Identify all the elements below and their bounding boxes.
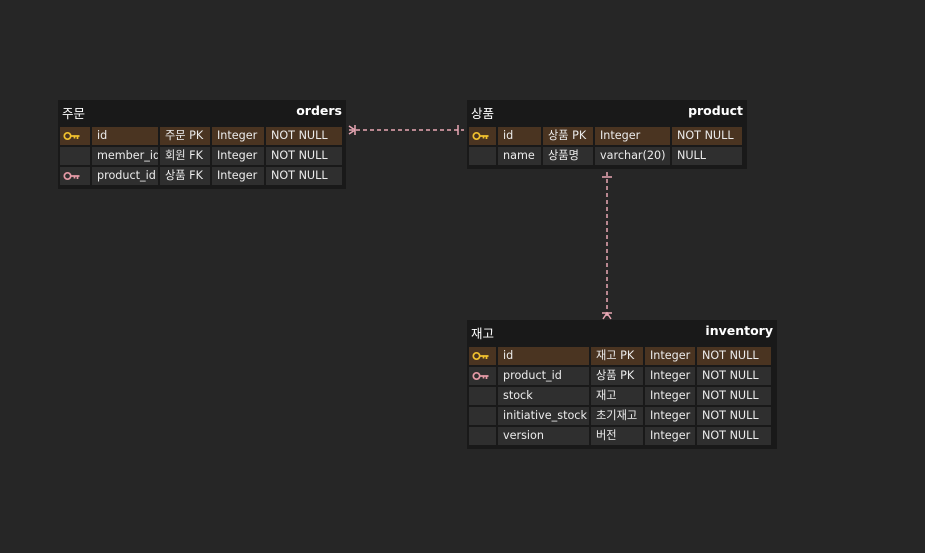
column-comment: 주문 PK [160, 127, 210, 145]
column-type: Integer [645, 347, 695, 365]
column-comment: 회원 FK [160, 147, 210, 165]
table-header[interactable]: 주문 orders [60, 100, 344, 127]
table-name: orders [296, 103, 342, 118]
column-name: id [92, 127, 158, 145]
relation-links [348, 125, 612, 320]
column-name: id [498, 347, 589, 365]
foreign-key-icon [469, 367, 496, 385]
column-row[interactable]: id 주문 PK Integer NOT NULL [60, 127, 344, 145]
column-list: id 재고 PK Integer NOT NULL product_id 상품 PK Int… [469, 347, 775, 445]
column-comment: 초기재고 [591, 407, 643, 425]
table-header[interactable]: 재고 inventory [469, 320, 775, 347]
erd-canvas: 주문 orders id 주문 PK Integer NOT NULL member_i… [0, 0, 925, 553]
table-inventory[interactable]: 재고 inventory id 재고 PK Integer NOT NULL produ… [467, 320, 777, 449]
column-name: id [498, 127, 541, 145]
column-comment: 재고 PK [591, 347, 643, 365]
table-orders[interactable]: 주문 orders id 주문 PK Integer NOT NULL member_i… [58, 100, 346, 189]
key-cell-empty [469, 427, 496, 445]
table-label: 주문 [62, 106, 86, 121]
column-nullable: NOT NULL [672, 127, 742, 145]
column-nullable: NULL [672, 147, 742, 165]
table-header[interactable]: 상품 product [469, 100, 745, 127]
primary-key-icon [469, 347, 496, 365]
column-nullable: NOT NULL [266, 127, 342, 145]
foreign-key-icon [60, 167, 90, 185]
primary-key-icon [60, 127, 90, 145]
column-type: Integer [595, 127, 670, 145]
column-nullable: NOT NULL [697, 407, 771, 425]
column-comment: 버전 [591, 427, 643, 445]
column-row[interactable]: id 재고 PK Integer NOT NULL [469, 347, 775, 365]
column-row[interactable]: version 버전 Integer NOT NULL [469, 427, 775, 445]
column-name: product_id [498, 367, 589, 385]
column-row[interactable]: product_id 상품 PK Integer NOT NULL [469, 367, 775, 385]
column-name: name [498, 147, 541, 165]
table-name: inventory [705, 323, 773, 338]
column-row[interactable]: product_id 상품 FK Integer NOT NULL [60, 167, 344, 185]
key-cell-empty [469, 387, 496, 405]
column-row[interactable]: id 상품 PK Integer NOT NULL [469, 127, 745, 145]
column-type: Integer [645, 367, 695, 385]
column-name: initiative_stock [498, 407, 589, 425]
column-comment: 상품 PK [591, 367, 643, 385]
key-cell-empty [60, 147, 90, 165]
column-comment: 상품 PK [543, 127, 593, 145]
column-name: member_id [92, 147, 158, 165]
column-row[interactable]: member_id 회원 FK Integer NOT NULL [60, 147, 344, 165]
column-nullable: NOT NULL [697, 427, 771, 445]
column-comment: 재고 [591, 387, 643, 405]
column-nullable: NOT NULL [697, 387, 771, 405]
column-type: Integer [645, 407, 695, 425]
column-row[interactable]: name 상품명 varchar(20) NULL [469, 147, 745, 165]
column-nullable: NOT NULL [697, 347, 771, 365]
column-name: product_id [92, 167, 158, 185]
column-list: id 주문 PK Integer NOT NULL member_id 회원 FK Inte… [60, 127, 344, 185]
column-nullable: NOT NULL [266, 147, 342, 165]
column-name: stock [498, 387, 589, 405]
column-type: Integer [645, 427, 695, 445]
column-name: version [498, 427, 589, 445]
table-label: 상품 [471, 106, 495, 121]
table-name: product [688, 103, 743, 118]
column-list: id 상품 PK Integer NOT NULL name 상품명 varchar(20)… [469, 127, 745, 165]
column-type: varchar(20) [595, 147, 670, 165]
key-cell-empty [469, 147, 496, 165]
column-type: Integer [212, 127, 264, 145]
primary-key-icon [469, 127, 496, 145]
column-comment: 상품 FK [160, 167, 210, 185]
column-nullable: NOT NULL [266, 167, 342, 185]
column-row[interactable]: initiative_stock 초기재고 Integer NOT NULL [469, 407, 775, 425]
column-comment: 상품명 [543, 147, 593, 165]
column-type: Integer [212, 147, 264, 165]
table-label: 재고 [471, 326, 495, 341]
column-nullable: NOT NULL [697, 367, 771, 385]
table-product[interactable]: 상품 product id 상품 PK Integer NOT NULL name 상품명… [467, 100, 747, 169]
column-type: Integer [212, 167, 264, 185]
column-type: Integer [645, 387, 695, 405]
key-cell-empty [469, 407, 496, 425]
column-row[interactable]: stock 재고 Integer NOT NULL [469, 387, 775, 405]
